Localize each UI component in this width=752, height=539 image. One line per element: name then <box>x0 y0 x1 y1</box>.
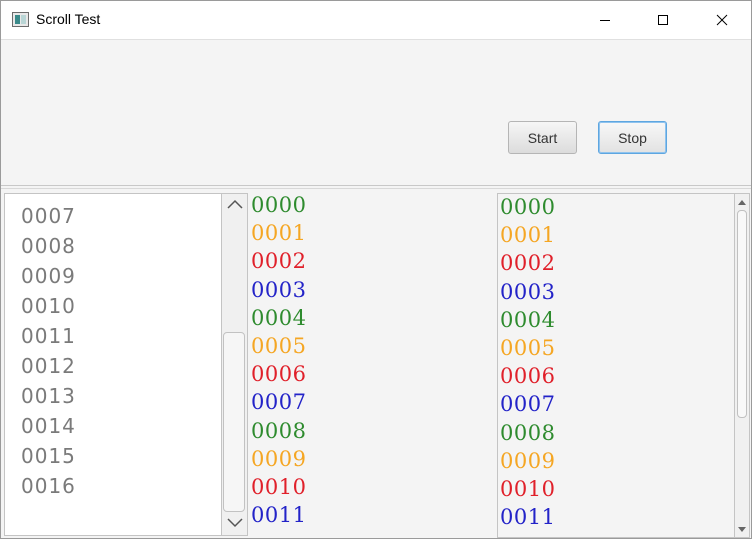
list-item[interactable]: 0013 <box>21 384 76 408</box>
list-item[interactable]: 0008 <box>251 419 306 443</box>
list-item[interactable]: 0002 <box>251 249 306 273</box>
minimize-icon <box>600 20 610 21</box>
list-item[interactable]: 0005 <box>251 334 306 358</box>
chevron-down-icon[interactable] <box>738 527 746 533</box>
list-item[interactable]: 0004 <box>500 308 555 332</box>
list-view-left[interactable]: 0007 0008 0009 0010 0011 0012 0013 0014 … <box>4 193 222 536</box>
list-item[interactable]: 0014 <box>21 414 76 438</box>
chevron-up-icon[interactable] <box>227 199 243 209</box>
list-item[interactable]: 0009 <box>21 264 76 288</box>
list-item[interactable]: 0011 <box>21 324 76 348</box>
app-window-icon <box>12 12 29 27</box>
list-item[interactable]: 0009 <box>500 449 555 473</box>
list-item[interactable]: 0010 <box>251 475 306 499</box>
minimize-button[interactable] <box>576 1 634 39</box>
maximize-icon <box>658 15 668 25</box>
list-item[interactable]: 0011 <box>251 503 306 527</box>
list-item[interactable]: 0012 <box>21 354 76 378</box>
close-icon <box>716 14 728 26</box>
maximize-button[interactable] <box>634 1 692 39</box>
list-item[interactable]: 0005 <box>500 336 555 360</box>
list-item[interactable]: 0000 <box>251 193 306 217</box>
vertical-scrollbar-left[interactable] <box>222 193 248 536</box>
vertical-scrollbar-right[interactable] <box>735 193 750 538</box>
list-item[interactable]: 0006 <box>500 364 555 388</box>
list-item[interactable]: 0009 <box>251 447 306 471</box>
list-item[interactable]: 0011 <box>500 505 555 529</box>
list-item[interactable]: 0006 <box>251 362 306 386</box>
list-item[interactable]: 0003 <box>251 278 306 302</box>
list-item[interactable]: 0015 <box>21 444 76 468</box>
chevron-up-icon[interactable] <box>738 199 746 205</box>
split-pane-divider[interactable] <box>1 185 751 186</box>
list-item[interactable]: 0003 <box>500 280 555 304</box>
list-item[interactable]: 0002 <box>500 251 555 275</box>
top-pane: Start Stop <box>1 39 751 185</box>
list-item[interactable]: 0008 <box>500 421 555 445</box>
scrollbar-thumb[interactable] <box>223 332 245 512</box>
list-item[interactable]: 0007 <box>251 390 306 414</box>
scroll-column-middle[interactable]: 0000 0001 0002 0003 0004 0005 0006 0007 0008 0009… <box>249 193 495 536</box>
list-item[interactable]: 0010 <box>21 294 76 318</box>
list-item[interactable]: 0007 <box>21 204 76 228</box>
list-item[interactable]: 0004 <box>251 306 306 330</box>
close-button[interactable] <box>693 1 751 39</box>
split-pane-divider-edge <box>1 188 751 189</box>
window-title: Scroll Test <box>36 11 101 27</box>
chevron-down-icon[interactable] <box>227 518 243 528</box>
list-item[interactable]: 0001 <box>251 221 306 245</box>
app-window: Scroll Test Start Stop 0007 0008 0009 00… <box>0 0 752 539</box>
list-item[interactable]: 0010 <box>500 477 555 501</box>
scrollbar-thumb[interactable] <box>737 210 747 418</box>
list-item[interactable]: 0007 <box>500 392 555 416</box>
start-button[interactable]: Start <box>508 121 577 154</box>
list-item[interactable]: 0016 <box>21 474 76 498</box>
stop-button[interactable]: Stop <box>598 121 667 154</box>
title-bar[interactable]: Scroll Test <box>1 1 751 39</box>
list-item[interactable]: 0008 <box>21 234 76 258</box>
list-item[interactable]: 0001 <box>500 223 555 247</box>
list-item[interactable]: 0000 <box>500 195 555 219</box>
scroll-column-right[interactable]: 0000 0001 0002 0003 0004 0005 0006 0007 0008 0009… <box>497 193 735 538</box>
